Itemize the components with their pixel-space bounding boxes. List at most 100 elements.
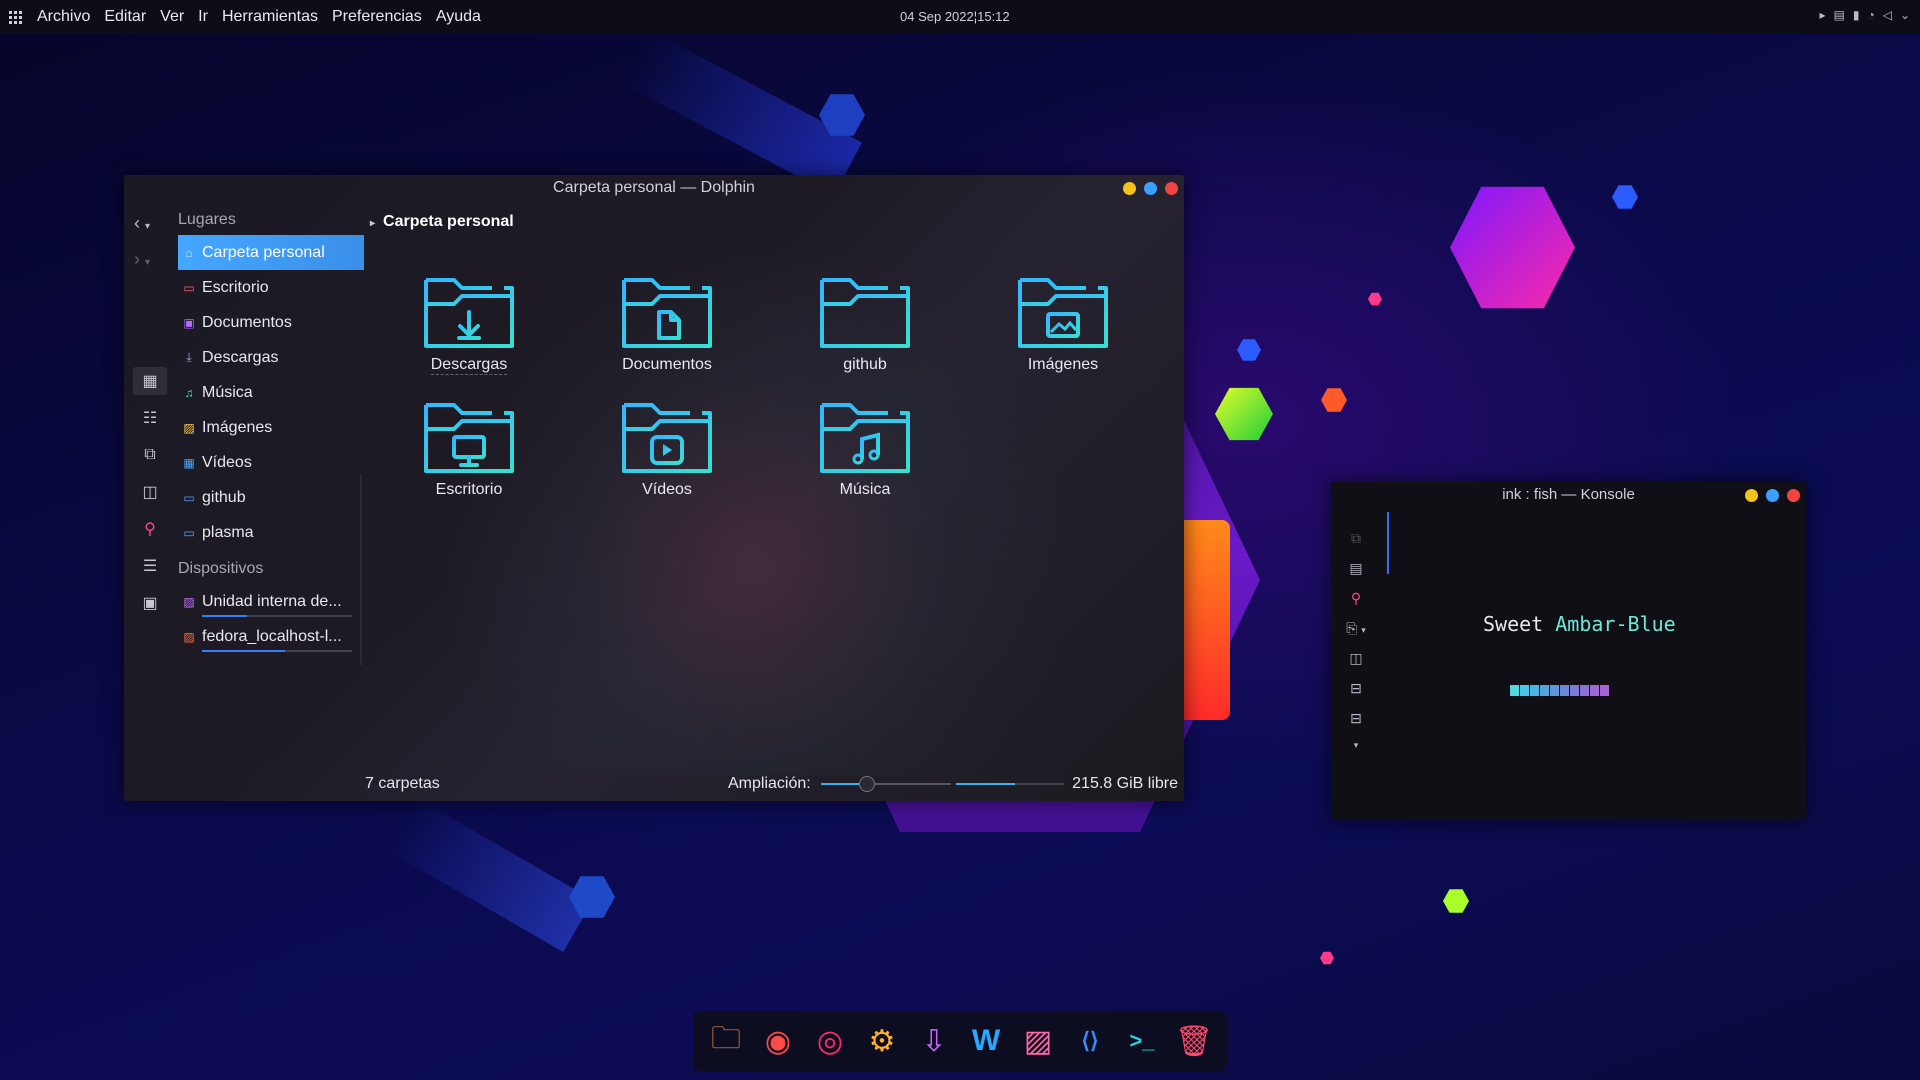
preview-icon[interactable]: ▣	[133, 589, 167, 617]
battery-icon[interactable]: ▮	[1853, 8, 1860, 22]
background-hexagon-green-small	[1443, 889, 1469, 913]
clipboard-icon[interactable]: ▤	[1834, 8, 1845, 22]
places-item-label: plasma	[202, 523, 254, 541]
clock[interactable]: 04 Sep 2022¦15:12	[900, 9, 1010, 24]
folder-item-imágenes[interactable]: Imágenes	[964, 270, 1162, 375]
downloads-icon: ⤓	[186, 350, 192, 364]
minimize-button[interactable]	[1123, 182, 1136, 195]
back-button[interactable]: ‹ ▾	[134, 205, 164, 241]
breadcrumb[interactable]: ▸ Carpeta personal	[370, 213, 514, 231]
places-header: Lugares	[178, 211, 236, 228]
folder-label: Documentos	[622, 356, 712, 373]
folder-icon	[622, 278, 712, 348]
free-space-bar	[956, 783, 1064, 785]
terminal-icon[interactable]: >_	[1122, 1021, 1162, 1061]
videos-icon: ▦	[183, 455, 195, 470]
zoom-slider[interactable]	[821, 776, 951, 792]
split-view-icon[interactable]: ◫	[133, 478, 167, 506]
places-list: ⌂ Carpeta personal ▭ Escritorio ▣ Documentos ⤓…	[178, 235, 364, 550]
maximize-button[interactable]	[1144, 182, 1157, 195]
chrome-icon[interactable]: ◉	[758, 1021, 798, 1061]
places-item-plasma[interactable]: ▭ plasma	[178, 515, 364, 550]
places-item-label: Descargas	[202, 348, 279, 366]
minimize-button[interactable]	[1745, 489, 1758, 502]
panel-splitter[interactable]	[360, 475, 362, 665]
close-button[interactable]	[1787, 489, 1800, 502]
folder-label: Música	[839, 481, 891, 498]
more-icon[interactable]: ▾	[1354, 740, 1359, 751]
places-item-label: Música	[202, 383, 253, 401]
new-tab-icon[interactable]: ⎘ ▾	[1346, 620, 1366, 637]
media-icon[interactable]: ◎	[810, 1021, 850, 1061]
trash-icon[interactable]: 🗑	[1174, 1021, 1214, 1061]
discover-icon[interactable]: ⇩	[914, 1021, 954, 1061]
device-usage-bar-fill	[202, 650, 285, 652]
background-hexagon-orange	[1321, 388, 1347, 412]
menu-item-archivo[interactable]: Archivo	[30, 8, 97, 26]
folder-icon: ▭	[183, 525, 195, 540]
zoom-slider-handle[interactable]	[858, 776, 875, 792]
window-buttons	[1745, 489, 1800, 502]
places-item-música[interactable]: ♫ Música	[178, 375, 364, 410]
hamburger-menu-icon[interactable]: ☰	[133, 552, 167, 580]
forward-button[interactable]: › ▾	[134, 241, 164, 277]
device-item[interactable]: ▨ fedora_localhost-l...	[178, 619, 364, 654]
terminal-output[interactable]: Sweet Ambar-Blue	[1483, 612, 1676, 636]
folder-icon[interactable]: 🗀	[706, 1021, 746, 1061]
vscode-icon[interactable]: ⟨⟩	[1070, 1021, 1110, 1061]
menu-item-editar[interactable]: Editar	[97, 8, 153, 26]
split-view-icon[interactable]: ◫	[1349, 650, 1362, 667]
menu-item-ir[interactable]: Ir	[191, 8, 215, 26]
search-icon[interactable]: ⚲	[133, 515, 167, 543]
places-item-label: Escritorio	[202, 278, 269, 296]
places-item-carpeta-personal[interactable]: ⌂ Carpeta personal	[178, 235, 364, 270]
chevron-down-icon[interactable]: ⌄	[1900, 8, 1910, 22]
places-item-vídeos[interactable]: ▦ Vídeos	[178, 445, 364, 480]
image-viewer-icon[interactable]: ▨	[1018, 1021, 1058, 1061]
places-item-descargas[interactable]: ⤓ Descargas	[178, 340, 364, 375]
device-item[interactable]: ▨ Unidad interna de...	[178, 584, 364, 619]
places-item-escritorio[interactable]: ▭ Escritorio	[178, 270, 364, 305]
icons-view-icon[interactable]: ▦	[133, 367, 167, 395]
music-icon: ♫	[184, 385, 194, 400]
maximize-button[interactable]	[1766, 489, 1779, 502]
network-icon[interactable]: ◔	[1867, 8, 1874, 22]
folder-item-vídeos[interactable]: Vídeos	[568, 395, 766, 499]
color-swatch	[1550, 685, 1559, 696]
breadcrumb-arrow-icon: ▸	[370, 218, 376, 229]
device-usage-bar	[202, 650, 352, 652]
places-item-imágenes[interactable]: ▨ Imágenes	[178, 410, 364, 445]
folder-item-escritorio[interactable]: Escritorio	[370, 395, 568, 499]
split-horizontal-icon[interactable]: ⊟	[1350, 680, 1362, 697]
settings-icon[interactable]: ⚙	[862, 1021, 902, 1061]
folder-item-documentos[interactable]: Documentos	[568, 270, 766, 375]
copy-icon[interactable]: ⧉	[1351, 530, 1361, 547]
menu-item-ver[interactable]: Ver	[153, 8, 191, 26]
places-item-github[interactable]: ▭ github	[178, 480, 364, 515]
writer-icon[interactable]: W	[966, 1021, 1006, 1061]
window-buttons	[1123, 182, 1178, 195]
background-hexagon-green	[1215, 387, 1273, 441]
folder-item-música[interactable]: Música	[766, 395, 964, 499]
close-button[interactable]	[1165, 182, 1178, 195]
folder-item-descargas[interactable]: Descargas	[370, 270, 568, 375]
menu-item-preferencias[interactable]: Preferencias	[325, 8, 429, 26]
desktop-icon: ▭	[183, 280, 195, 295]
folder-label: Imágenes	[1027, 356, 1099, 373]
split-vertical-icon[interactable]: ⊟	[1350, 710, 1362, 727]
menu-item-herramientas[interactable]: Herramientas	[215, 8, 325, 26]
find-icon[interactable]: ⚲	[1351, 590, 1361, 607]
volume-icon[interactable]: ◁	[1883, 8, 1892, 22]
folder-item-github[interactable]: github	[766, 270, 964, 375]
navigation-buttons: ‹ ▾ › ▾	[134, 205, 164, 277]
compact-view-icon[interactable]: ☷	[133, 404, 167, 432]
folder-label: Descargas	[430, 356, 508, 375]
device-usage-bar-fill	[202, 615, 247, 617]
places-item-documentos[interactable]: ▣ Documentos	[178, 305, 364, 340]
menu-item-ayuda[interactable]: Ayuda	[429, 8, 488, 26]
paste-icon[interactable]: ▤	[1349, 560, 1362, 577]
details-view-icon[interactable]: ⧉	[133, 441, 167, 469]
app-launcher-icon[interactable]	[4, 6, 26, 28]
device-item-label: fedora_localhost-l...	[202, 627, 342, 645]
play-icon[interactable]: ▸	[1819, 8, 1825, 22]
